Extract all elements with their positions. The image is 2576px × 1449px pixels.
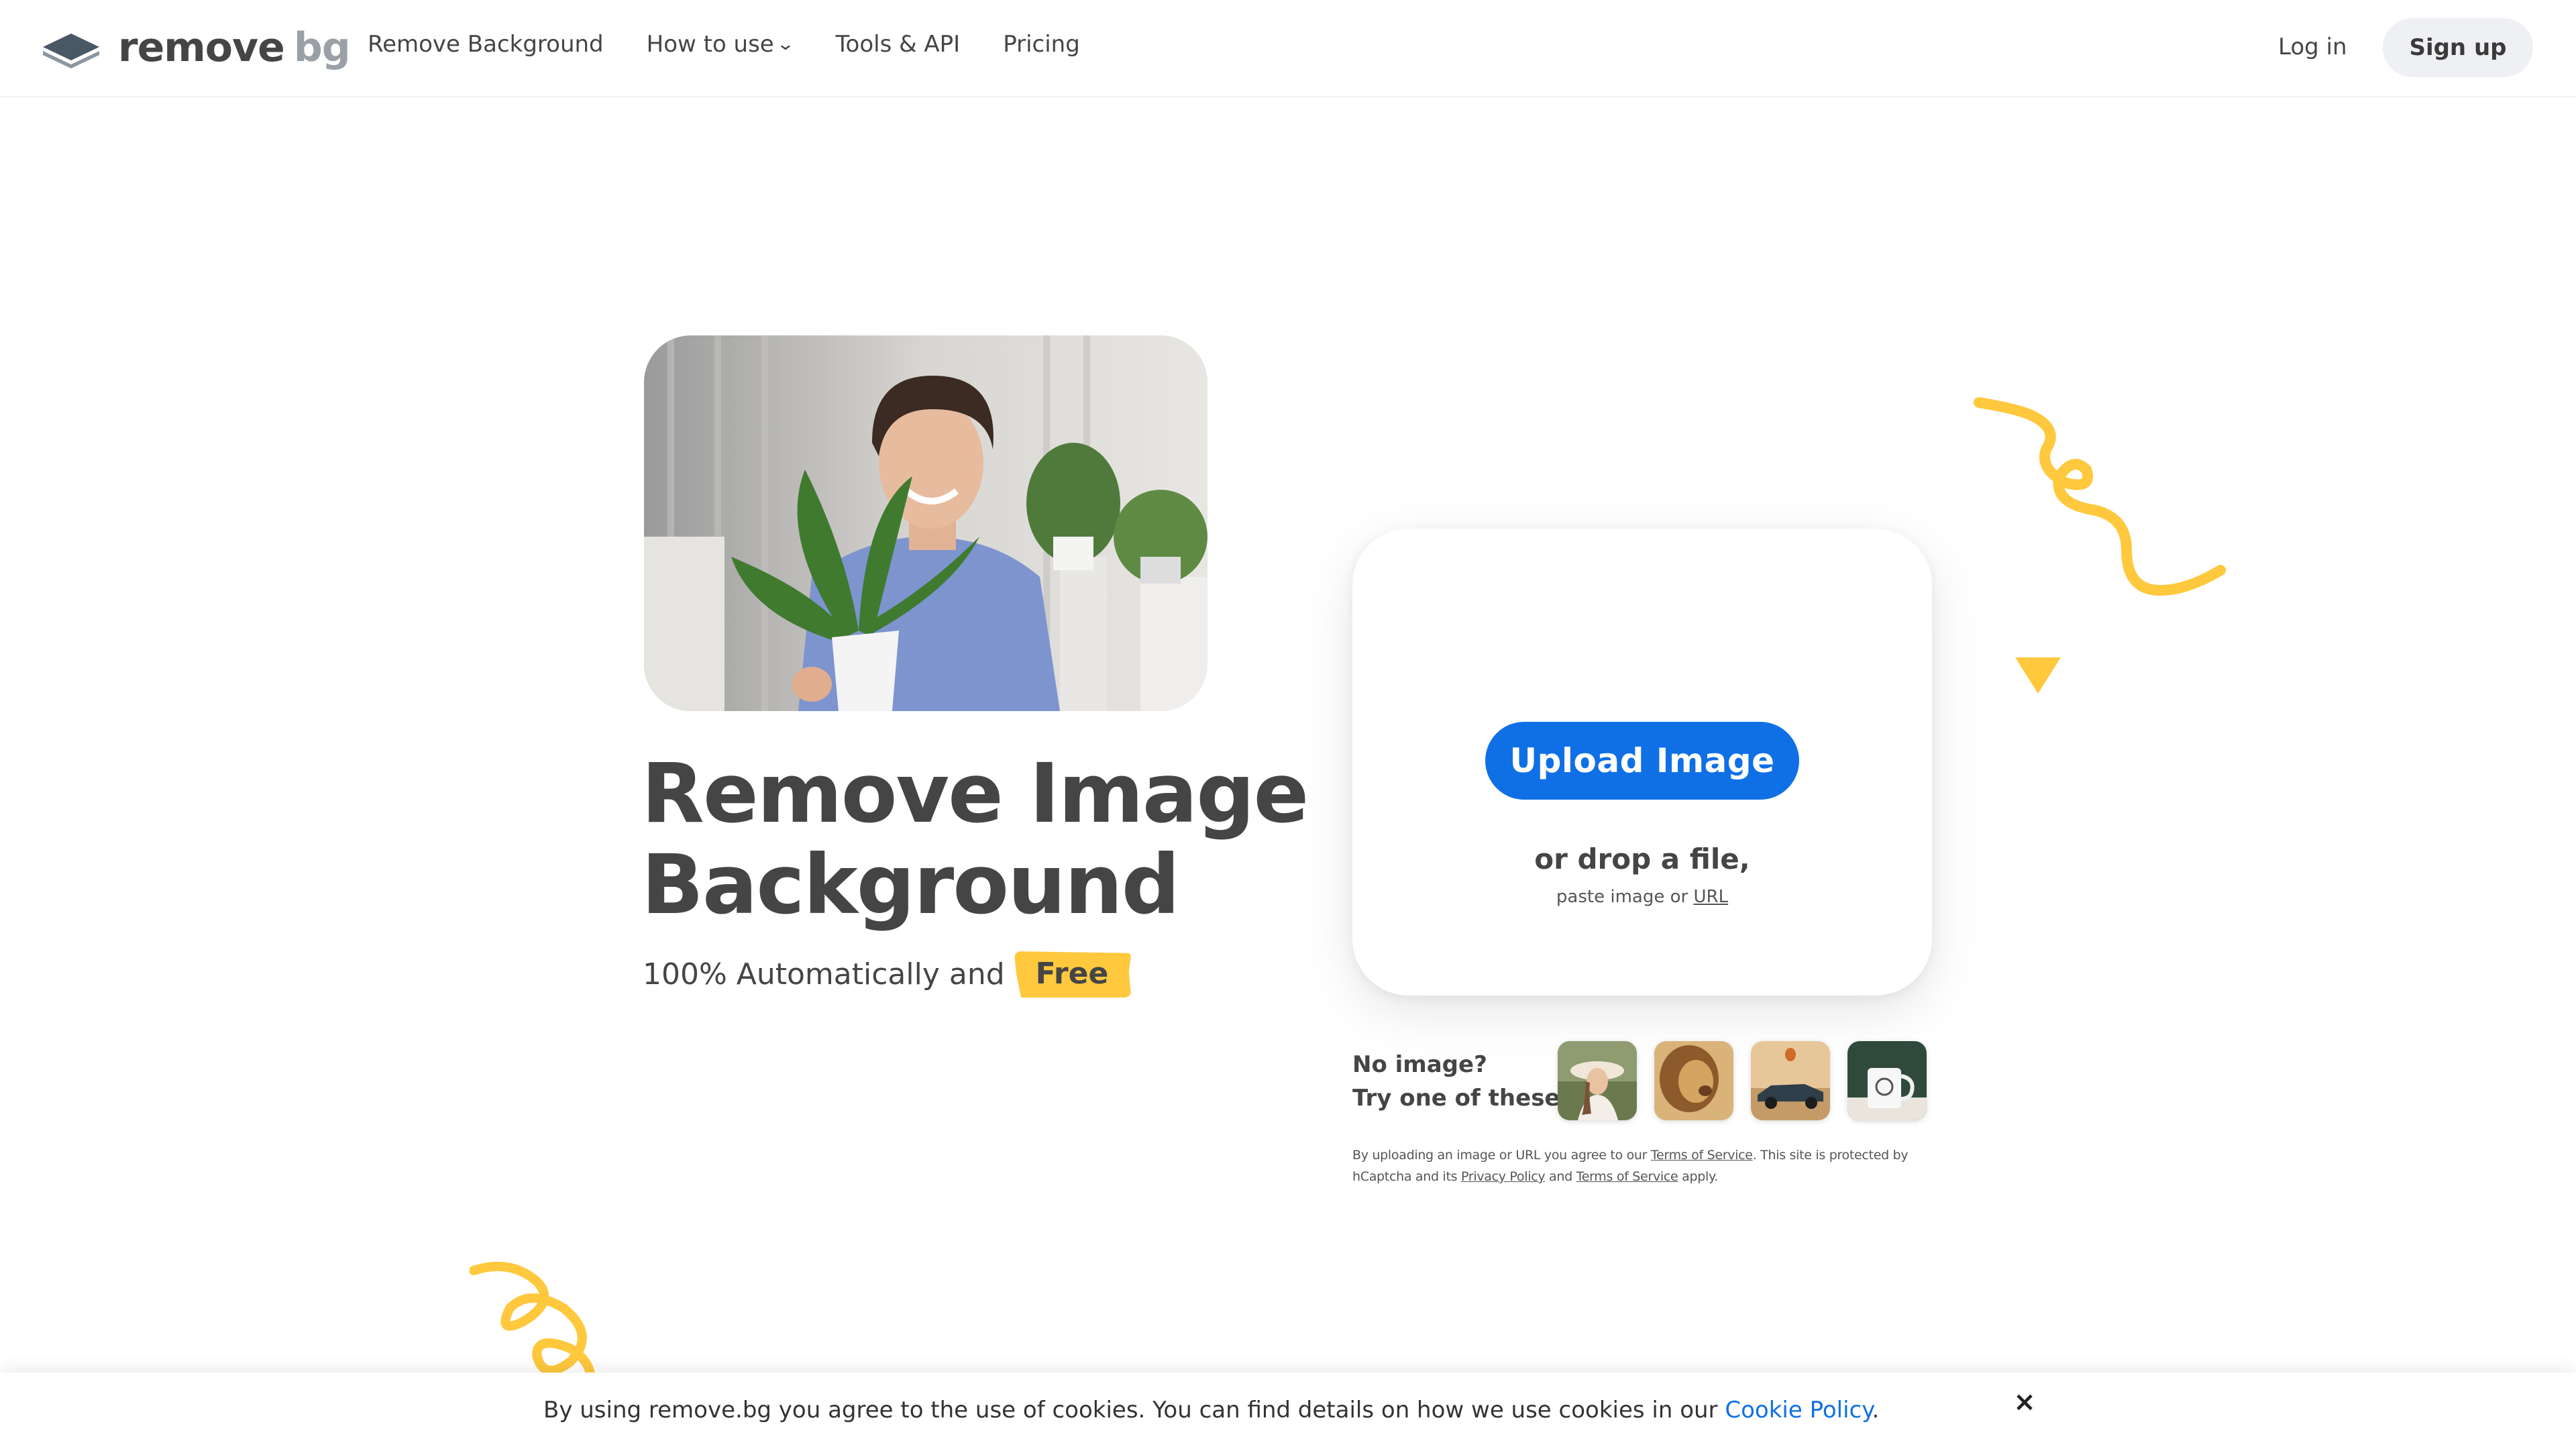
upload-image-button[interactable]: Upload Image [1485,722,1799,800]
terms-of-service-link-2[interactable]: Terms of Service [1576,1169,1678,1184]
sample-prompt: No image? Try one of these: [1352,1048,1569,1115]
hero-photo-man-with-plant [644,335,1208,711]
nav-how-to-use[interactable]: How to use ⌄ [647,31,795,58]
top-navigation-bar: remove bg Remove Background How to use ⌄ T… [0,0,2576,97]
legal-text-1: By uploading an image or URL you agree t… [1352,1148,1648,1163]
legal-notice: By uploading an image or URL you agree t… [1352,1144,1929,1187]
upload-dropzone-card[interactable]: Upload Image or drop a file, paste image… [1352,529,1932,996]
headline-line-1: Remove Image [641,746,1309,841]
sample-woman-thumbnail[interactable] [1558,1041,1637,1120]
hero-subline: 100% Automatically and Free [643,951,1132,998]
chevron-down-icon: ⌄ [775,34,795,54]
legal-text-4: apply. [1682,1169,1718,1184]
cookie-text: By using remove.bg you agree to the use … [543,1397,1718,1424]
subline-text: 100% Automatically and [643,957,1005,991]
layers-logo-icon [43,34,99,68]
sample-prompt-line-1: No image? [1352,1051,1487,1078]
logo-wordmark: remove bg [118,24,351,71]
paste-hint: paste image or URL [1352,887,1932,907]
privacy-policy-link[interactable]: Privacy Policy [1461,1169,1546,1184]
cookie-message: By using remove.bg you agree to the use … [543,1397,1879,1424]
signup-button[interactable]: Sign up [2383,18,2533,77]
cookie-banner: By using remove.bg you agree to the use … [0,1373,2576,1449]
nav-pricing[interactable]: Pricing [1003,31,1080,58]
main-nav: Remove Background How to use ⌄ Tools & AP… [368,31,1123,58]
removebg-logo[interactable]: remove bg [42,24,351,71]
paste-text: paste image or [1556,887,1688,907]
hero-headline: Remove Image Background [641,746,1309,932]
yellow-triangle-decoration [2015,657,2061,694]
headline-line-2: Background [641,837,1180,932]
sample-car-thumbnail[interactable] [1751,1041,1830,1120]
drop-file-text: or drop a file, [1534,843,1750,875]
url-link[interactable]: URL [1693,887,1728,907]
cookie-policy-link[interactable]: Cookie Policy [1725,1397,1872,1424]
legal-text-3: and [1549,1169,1572,1184]
free-badge: Free [1014,951,1132,998]
nav-remove-background[interactable]: Remove Background [368,31,604,58]
terms-of-service-link-1[interactable]: Terms of Service [1651,1148,1753,1163]
nav-tools-api[interactable]: Tools & API [836,31,961,58]
cookie-text-end: . [1872,1397,1880,1424]
close-icon[interactable]: × [2011,1389,2038,1415]
yellow-squiggle-decoration [1974,397,2226,596]
sample-mug-thumbnail[interactable] [1847,1041,1927,1120]
sample-lion-thumbnail[interactable] [1654,1041,1733,1120]
login-link[interactable]: Log in [2278,34,2347,60]
sample-prompt-line-2: Try one of these: [1352,1085,1570,1112]
sample-images [1558,1041,1944,1120]
